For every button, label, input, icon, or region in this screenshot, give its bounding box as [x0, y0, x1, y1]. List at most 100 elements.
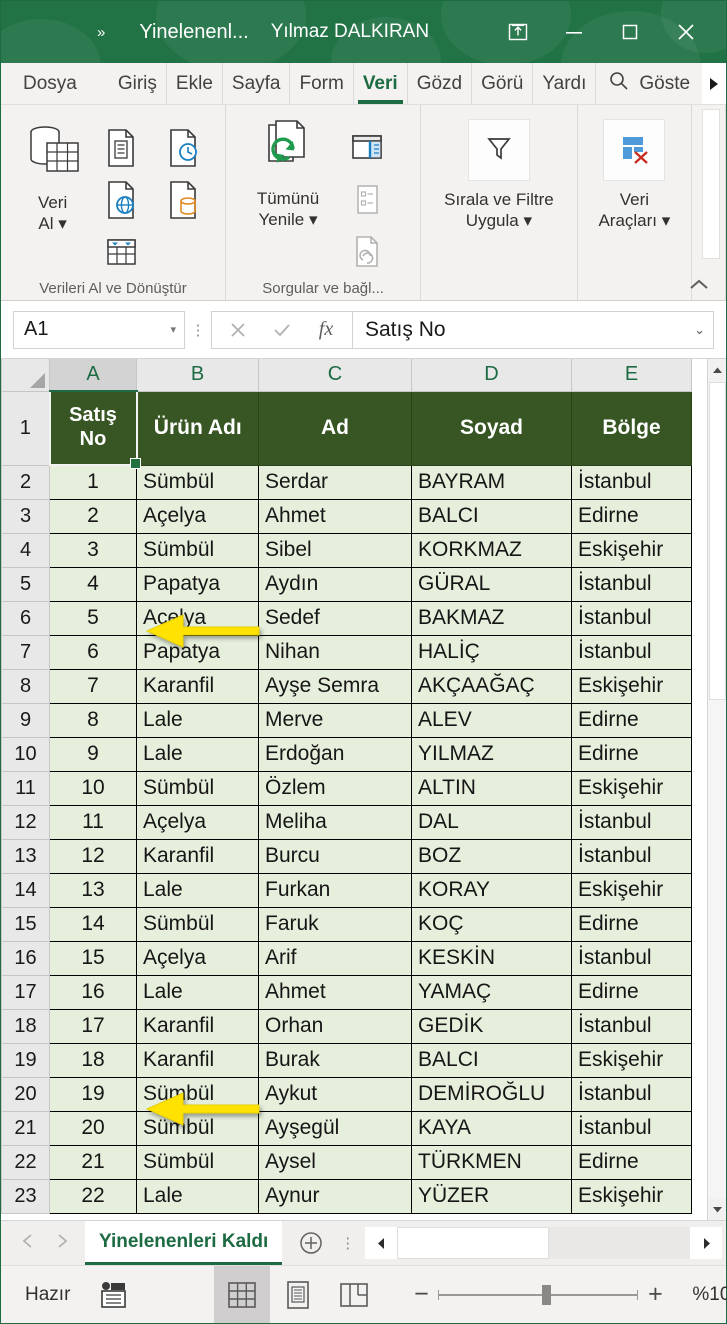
tab-ekle[interactable]: Ekle [167, 63, 223, 104]
row-header-3[interactable]: 3 [1, 498, 50, 534]
cell-a15[interactable]: 14 [49, 906, 137, 942]
zoom-slider-thumb[interactable] [542, 1284, 552, 1305]
cell-e6[interactable]: İstanbul [571, 600, 692, 636]
cancel-icon[interactable] [216, 313, 260, 347]
cell-b9[interactable]: Lale [136, 702, 259, 738]
cell-c18[interactable]: Orhan [258, 1008, 412, 1044]
search-box[interactable]: Göste [596, 63, 694, 104]
cell-a6[interactable]: 5 [49, 600, 137, 636]
cell-b6[interactable]: Açelya [136, 600, 259, 636]
row-header-5[interactable]: 5 [1, 566, 50, 602]
cell-c11[interactable]: Özlem [258, 770, 412, 806]
data-tools-button[interactable] [603, 119, 666, 181]
page-break-preview-button[interactable] [326, 1266, 382, 1323]
column-header-d[interactable]: D [411, 359, 572, 392]
get-data-button[interactable]: Veri Al ▾ [11, 115, 94, 235]
cell-a17[interactable]: 16 [49, 974, 137, 1010]
cell-e15[interactable]: Edirne [571, 906, 692, 942]
zoom-slider[interactable] [438, 1284, 639, 1305]
name-box[interactable]: A1 ▾ [13, 310, 185, 349]
cell-b10[interactable]: Lale [136, 736, 259, 772]
cell-b21[interactable]: Sümbül [136, 1110, 259, 1146]
cell-d14[interactable]: KORAY [411, 872, 572, 908]
cell-c6[interactable]: Sedef [258, 600, 412, 636]
cell-e10[interactable]: Edirne [571, 736, 692, 772]
vertical-scroll-thumb[interactable] [709, 382, 726, 700]
cell-a16[interactable]: 15 [49, 940, 137, 976]
ribbon-scrollbar[interactable] [702, 109, 720, 259]
sheet-options-icon[interactable]: ⋮ [340, 1221, 365, 1265]
cell-c15[interactable]: Faruk [258, 906, 412, 942]
from-web-icon[interactable] [94, 175, 148, 225]
tabstrip-overflow-icon[interactable] [702, 63, 726, 104]
tab-sayfa-duzeni[interactable]: Sayfa [223, 63, 291, 104]
cell-d1[interactable]: Soyad [411, 390, 572, 466]
row-header-9[interactable]: 9 [1, 702, 50, 738]
cell-d23[interactable]: YÜZER [411, 1178, 572, 1214]
cell-e5[interactable]: İstanbul [571, 566, 692, 602]
cell-e13[interactable]: İstanbul [571, 838, 692, 874]
column-header-b[interactable]: B [136, 359, 259, 392]
tab-gorunum[interactable]: Görü [472, 63, 534, 104]
cell-e2[interactable]: İstanbul [571, 464, 692, 500]
cell-b3[interactable]: Açelya [136, 498, 259, 534]
cell-a22[interactable]: 21 [49, 1144, 137, 1180]
row-header-8[interactable]: 8 [1, 668, 50, 704]
existing-connections-icon[interactable] [156, 175, 210, 225]
quick-access-more-icon[interactable]: » [97, 24, 105, 41]
select-all-corner[interactable] [1, 359, 50, 392]
cell-e11[interactable]: Eskişehir [571, 770, 692, 806]
cell-b4[interactable]: Sümbül [136, 532, 259, 568]
cell-d8[interactable]: AKÇAAĞAÇ [411, 668, 572, 704]
cell-e17[interactable]: Edirne [571, 974, 692, 1010]
cell-c20[interactable]: Aykut [258, 1076, 412, 1112]
row-header-12[interactable]: 12 [1, 804, 50, 840]
cell-c17[interactable]: Ahmet [258, 974, 412, 1010]
row-header-4[interactable]: 4 [1, 532, 50, 568]
cell-d5[interactable]: GÜRAL [411, 566, 572, 602]
row-header-19[interactable]: 19 [1, 1042, 50, 1078]
row-header-11[interactable]: 11 [1, 770, 50, 806]
from-text-csv-icon[interactable] [94, 123, 148, 173]
cell-a8[interactable]: 7 [49, 668, 137, 704]
horizontal-scrollbar[interactable] [365, 1227, 722, 1259]
cell-e1[interactable]: Bölge [571, 390, 692, 466]
cell-e23[interactable]: Eskişehir [571, 1178, 692, 1214]
cell-b19[interactable]: Karanfil [136, 1042, 259, 1078]
cell-c2[interactable]: Serdar [258, 464, 412, 500]
accessibility-checker-icon[interactable] [84, 1281, 142, 1309]
cell-d13[interactable]: BOZ [411, 838, 572, 874]
cell-b18[interactable]: Karanfil [136, 1008, 259, 1044]
cell-a21[interactable]: 20 [49, 1110, 137, 1146]
tab-yardim[interactable]: Yardı [533, 63, 597, 104]
cell-c19[interactable]: Burak [258, 1042, 412, 1078]
cell-d10[interactable]: YILMAZ [411, 736, 572, 772]
cell-e7[interactable]: İstanbul [571, 634, 692, 670]
enter-icon[interactable] [260, 313, 304, 347]
sheet-tab-yinelenenleri-kaldir[interactable]: Yinelenenleri Kaldı [85, 1221, 283, 1265]
cell-e21[interactable]: İstanbul [571, 1110, 692, 1146]
cell-a1[interactable]: Satış No [48, 390, 142, 470]
cell-c22[interactable]: Aysel [258, 1144, 412, 1180]
cell-b22[interactable]: Sümbül [136, 1144, 259, 1180]
cell-b12[interactable]: Açelya [136, 804, 259, 840]
row-header-21[interactable]: 21 [1, 1110, 50, 1146]
column-header-a[interactable]: A [49, 359, 137, 392]
restore-icon[interactable] [604, 9, 656, 55]
cell-c21[interactable]: Ayşegül [258, 1110, 412, 1146]
prev-sheet-icon[interactable] [21, 1234, 34, 1252]
cell-d20[interactable]: DEMİROĞLU [411, 1076, 572, 1112]
row-header-10[interactable]: 10 [1, 736, 50, 772]
cell-d7[interactable]: HALİÇ [411, 634, 572, 670]
cell-e14[interactable]: Eskişehir [571, 872, 692, 908]
cell-c1[interactable]: Ad [258, 390, 412, 466]
row-header-16[interactable]: 16 [1, 940, 50, 976]
cell-d11[interactable]: ALTIN [411, 770, 572, 806]
cell-d17[interactable]: YAMAÇ [411, 974, 572, 1010]
cell-a10[interactable]: 9 [49, 736, 137, 772]
cell-a7[interactable]: 6 [49, 634, 137, 670]
row-header-7[interactable]: 7 [1, 634, 50, 670]
sort-filter-button[interactable] [467, 119, 530, 181]
ribbon-display-options-icon[interactable] [492, 9, 544, 55]
cell-e8[interactable]: Eskişehir [571, 668, 692, 704]
